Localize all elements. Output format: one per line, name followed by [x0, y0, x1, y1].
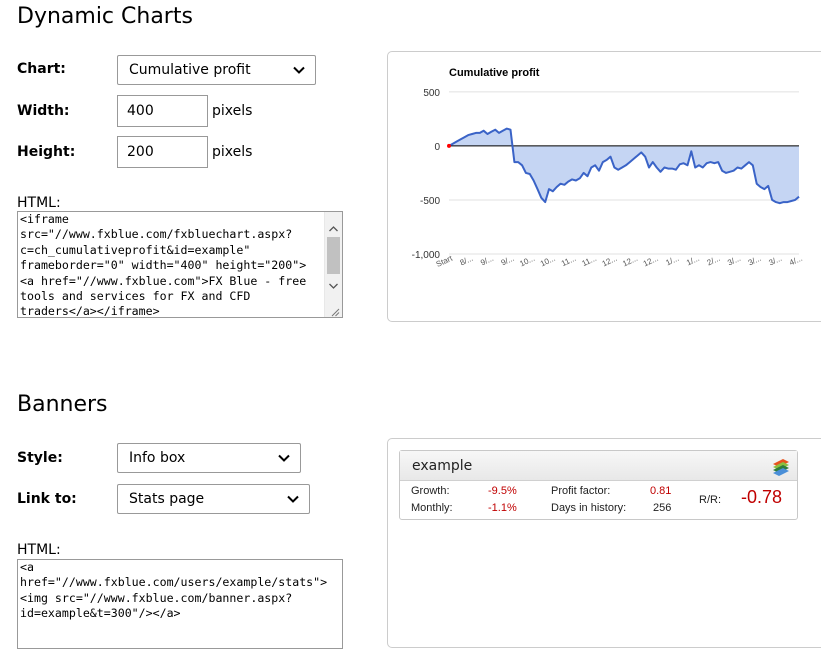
height-unit-label: pixels — [212, 144, 253, 160]
banner-html-label: HTML: — [17, 542, 61, 558]
chart-title: Cumulative profit — [449, 67, 540, 79]
height-input[interactable]: 200 — [117, 136, 208, 168]
chart-html-code: <iframe src="//www.fxblue.com/fxbluechar… — [20, 212, 307, 318]
rr-value: -0.78 — [741, 487, 783, 507]
fxblue-logo-icon — [773, 458, 789, 476]
chevron-down-icon — [278, 454, 290, 462]
growth-value: -9.5% — [488, 485, 517, 497]
x-tick-label: 1/... — [664, 254, 680, 268]
link-to-label: Link to: — [17, 491, 77, 507]
banner-style-value: Info box — [129, 450, 186, 466]
width-unit-label: pixels — [212, 103, 253, 119]
dynamic-charts-heading: Dynamic Charts — [17, 4, 193, 29]
start-marker — [447, 143, 451, 148]
banner-account-name: example — [412, 457, 473, 474]
chart-preview-panel: Cumulative profit 500 0 -500 -1,000 Start 8/..… — [387, 51, 821, 322]
banner-html-textarea[interactable]: <a href="//www.fxblue.com/users/example/… — [17, 559, 343, 649]
width-input[interactable]: 400 — [117, 95, 208, 127]
banner-header: example — [400, 451, 797, 481]
monthly-value: -1.1% — [488, 502, 517, 514]
growth-label: Growth: — [411, 485, 450, 497]
width-label: Width: — [17, 103, 70, 119]
x-tick-label: 9/... — [479, 254, 495, 268]
y-tick-label: 0 — [434, 142, 440, 153]
chevron-down-icon — [287, 495, 299, 503]
x-tick-label: 11... — [581, 254, 598, 268]
x-tick-label: 9/... — [500, 254, 516, 268]
profit-factor-label: Profit factor: — [551, 485, 611, 497]
x-tick-label: 11... — [560, 254, 577, 268]
banner-link-value: Stats page — [129, 491, 205, 507]
x-tick-label: 4/... — [788, 254, 804, 268]
y-tick-label: 500 — [423, 88, 440, 99]
x-tick-label: 10... — [518, 254, 536, 269]
banner-style-select[interactable]: Info box — [117, 443, 301, 473]
x-tick-label: 12... — [621, 254, 639, 269]
x-tick-label: 3/... — [726, 254, 742, 268]
x-tick-label: 12... — [642, 254, 660, 269]
scrollbar-arrows-icon — [327, 226, 340, 317]
x-tick-label: 8/... — [459, 254, 475, 268]
chart-type-label: Chart: — [17, 61, 66, 77]
x-tick-label: 10... — [539, 254, 557, 269]
chevron-down-icon — [293, 66, 305, 74]
profit-factor-value: 0.81 — [650, 485, 672, 497]
x-tick-label: 3/... — [747, 254, 763, 268]
cumulative-profit-chart: Cumulative profit5000-500-1,000Start 8/..… — [412, 67, 804, 269]
info-box-banner[interactable]: example Growth: -9.5% Monthly: -1.1% Pro… — [399, 450, 798, 520]
chart-html-textarea[interactable]: <iframe src="//www.fxblue.com/fxbluechar… — [17, 211, 343, 318]
chart-type-value: Cumulative profit — [129, 62, 251, 78]
x-tick-label: 2/... — [706, 254, 722, 268]
x-tick-label: 12... — [601, 254, 619, 269]
days-in-history-value: 256 — [653, 502, 672, 514]
x-tick-label: 3/... — [767, 254, 783, 268]
chart-html-label: HTML: — [17, 195, 61, 211]
days-in-history-label: Days in history: — [551, 502, 627, 514]
banner-html-code: <a href="//www.fxblue.com/users/example/… — [20, 560, 328, 621]
chart-type-select[interactable]: Cumulative profit — [117, 55, 316, 85]
x-tick-label: 1/... — [685, 254, 701, 268]
monthly-label: Monthly: — [411, 502, 453, 514]
height-label: Height: — [17, 144, 76, 160]
banners-heading: Banners — [17, 392, 108, 417]
rr-label: R/R: — [699, 494, 721, 506]
y-tick-label: -500 — [420, 196, 440, 207]
chart-html-scrollbar[interactable] — [324, 212, 342, 317]
banner-link-select[interactable]: Stats page — [117, 484, 310, 514]
banner-preview-panel: example Growth: -9.5% Monthly: -1.1% Pro… — [387, 438, 821, 648]
style-label: Style: — [17, 450, 63, 466]
